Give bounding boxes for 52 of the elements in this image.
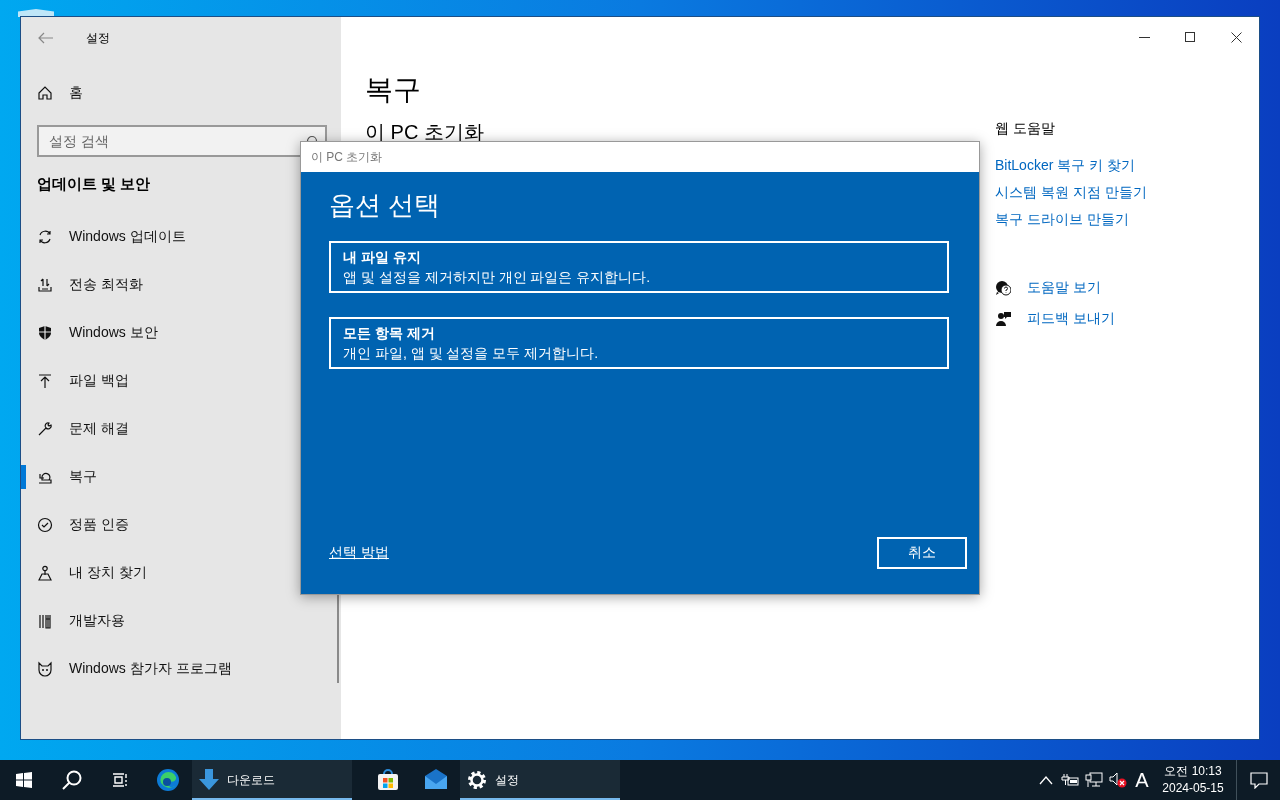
download-icon <box>197 768 221 792</box>
home-item[interactable]: 홈 <box>21 69 341 117</box>
section-heading: 이 PC 초기화 <box>365 120 484 145</box>
battery-plug-icon <box>1061 773 1079 787</box>
task-view-icon <box>112 772 128 788</box>
option-button[interactable]: 모든 항목 제거 개인 파일, 앱 및 설정을 모두 제거합니다. <box>329 317 949 369</box>
help-action-link[interactable]: 도움말 보기 <box>995 277 1259 298</box>
option-button[interactable]: 내 파일 유지 앱 및 설정을 제거하지만 개인 파일은 유지합니다. <box>329 241 949 293</box>
search-icon <box>62 770 82 790</box>
dialog-heading: 옵션 선택 <box>329 189 442 222</box>
help-link[interactable]: BitLocker 복구 키 찾기 <box>995 152 1259 179</box>
help-icon <box>995 279 1011 296</box>
window-title: 설정 <box>86 29 110 47</box>
sidebar-item-icon <box>37 373 53 389</box>
close-icon <box>1230 31 1242 43</box>
help-action-link[interactable]: 피드백 보내기 <box>995 308 1259 329</box>
help-link[interactable]: 시스템 복원 지점 만들기 <box>995 179 1259 206</box>
sidebar-item-icon <box>37 421 53 437</box>
sidebar-item-icon <box>37 277 53 293</box>
sidebar-item[interactable]: 문제 해결 <box>21 405 341 453</box>
windows-icon <box>16 772 32 788</box>
clock[interactable]: 오전 10:13 2024-05-15 <box>1154 763 1232 797</box>
page-title: 복구 <box>365 73 422 107</box>
muted-speaker-icon <box>1109 772 1127 788</box>
chevron-up-icon <box>1039 775 1053 785</box>
cancel-button[interactable]: 취소 <box>877 537 967 569</box>
store-icon <box>376 768 400 792</box>
section-heading: 업데이트 및 보안 <box>37 175 152 194</box>
feedback-icon <box>995 310 1011 327</box>
mail-icon <box>424 768 448 792</box>
help-link[interactable]: 복구 드라이브 만들기 <box>995 206 1259 233</box>
home-icon <box>37 85 53 101</box>
sidebar-item-icon <box>37 517 53 533</box>
taskbar-app[interactable]: 다운로드 <box>192 760 352 800</box>
input-indicator[interactable]: A <box>1130 760 1154 800</box>
sidebar-item-icon <box>37 325 53 341</box>
help-link[interactable]: 선택 방법 <box>329 544 389 562</box>
gear-icon <box>465 768 489 792</box>
back-arrow-icon <box>38 32 54 44</box>
sidebar-item-icon <box>37 613 53 629</box>
sidebar-item[interactable]: 복구 <box>21 453 341 501</box>
sidebar-item[interactable]: 개발자용 <box>21 597 341 645</box>
edge-icon <box>156 768 180 792</box>
dialog-title: 이 PC 초기화 <box>301 142 979 172</box>
chat-bubble-icon <box>1249 771 1268 789</box>
sidebar-item[interactable]: Windows 참가자 프로그램 <box>21 645 341 693</box>
sidebar-item-icon <box>37 229 53 245</box>
help-heading: 웹 도움말 <box>995 120 1056 138</box>
sidebar-item-icon <box>37 661 53 677</box>
taskbar-app[interactable]: 설정 <box>460 760 620 800</box>
sidebar-item-icon <box>37 565 53 581</box>
network-icon <box>1085 772 1103 788</box>
